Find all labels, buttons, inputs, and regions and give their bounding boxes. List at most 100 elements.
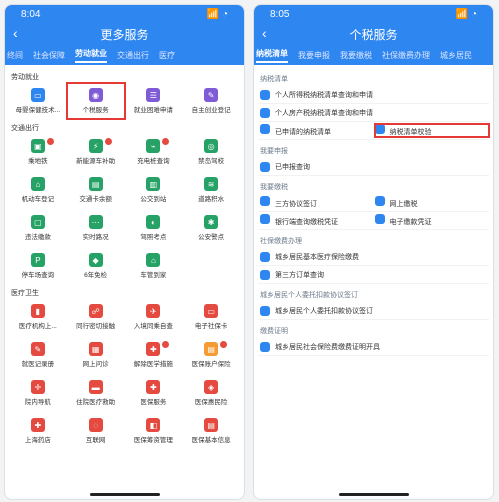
list-verify-item[interactable]: 纳税清单校验 bbox=[373, 123, 490, 138]
pharmacy-icon: ✚ bbox=[30, 418, 45, 432]
service-item[interactable]: ▣ 乘地铁 bbox=[9, 134, 67, 170]
applied-list-item[interactable]: 已申请的纳税清单 bbox=[260, 124, 375, 137]
list-item[interactable]: 城乡居民个人委托扣款协议签订 bbox=[258, 302, 489, 320]
parking-icon: P bbox=[30, 253, 45, 267]
service-item[interactable]: ◎ 禁岛驾校 bbox=[182, 134, 240, 170]
tab-labor-employment[interactable]: 劳动就业 bbox=[75, 48, 107, 63]
tab-social-security[interactable]: 社会保障 bbox=[33, 50, 65, 61]
fine-icon: ▢ bbox=[30, 215, 45, 229]
charger-icon: ⌁ bbox=[146, 139, 161, 153]
list-item[interactable]: 城乡居民基本医疗保险缴费 bbox=[258, 248, 489, 266]
doc-icon bbox=[260, 124, 270, 134]
id-card-icon: ▭ bbox=[30, 88, 45, 102]
tax-service-item[interactable]: ◉ 个税服务 bbox=[65, 82, 126, 120]
service-item[interactable]: ▤ 交通卡余额 bbox=[67, 172, 125, 208]
info-icon: ▤ bbox=[204, 418, 219, 432]
service-item[interactable]: ≋ 道路积水 bbox=[182, 172, 240, 208]
list-item[interactable]: 个人房产税纳税清单查询和申请 bbox=[258, 104, 489, 122]
register-icon: ✎ bbox=[204, 88, 219, 102]
insurance-icon bbox=[260, 251, 270, 262]
tab-medical[interactable]: 医疗 bbox=[159, 50, 175, 61]
service-item[interactable]: ◐ 驾照考点 bbox=[125, 210, 183, 246]
service-item[interactable]: ▭ 电子社保卡 bbox=[182, 299, 240, 335]
service-item[interactable]: ✛ 院内导航 bbox=[9, 375, 67, 411]
back-icon[interactable]: ‹ bbox=[13, 25, 18, 41]
ev-icon: ⚡ bbox=[88, 139, 103, 153]
service-item[interactable]: ⌂ 车管到家 bbox=[125, 248, 183, 284]
service-item[interactable]: ▢ 违法缴款 bbox=[9, 210, 67, 246]
service-item[interactable]: ▭ 母婴保健技术... bbox=[9, 83, 67, 119]
service-item[interactable]: ✚ 医保服务 bbox=[125, 375, 183, 411]
service-item[interactable]: ✎ 自主创业登记 bbox=[182, 83, 240, 119]
service-item[interactable]: ▦ 网上问诊 bbox=[67, 337, 125, 373]
service-item[interactable]: ☰ 就业困难申请 bbox=[125, 83, 183, 119]
service-item[interactable]: ◌ 互联网 bbox=[67, 413, 125, 449]
service-item[interactable]: ◧ 医保筹资管理 bbox=[125, 413, 183, 449]
plane-icon: ✈ bbox=[146, 304, 161, 318]
tab-social-pay[interactable]: 社保缴费办理 bbox=[382, 50, 430, 61]
service-item[interactable]: ⋯ 实时路况 bbox=[67, 210, 125, 246]
house-icon bbox=[260, 107, 270, 118]
left-screen: 8:04 📶 ◔ ‹ 更多服务 终间 社会保障 劳动就业 交通出行 医疗 劳动就… bbox=[4, 4, 245, 500]
service-item[interactable]: ⚡ 新能源车补助 bbox=[67, 134, 125, 170]
service-item[interactable]: ⌂ 机动车登记 bbox=[9, 172, 67, 208]
service-item[interactable]: ▤ 医保基本信息 bbox=[182, 413, 240, 449]
service-item[interactable]: ☍ 同行密切接触 bbox=[67, 299, 125, 335]
nav-icon: ✛ bbox=[30, 380, 45, 394]
receipt-icon bbox=[374, 214, 385, 224]
service-item[interactable]: ▮ 医疗机构上... bbox=[9, 299, 67, 335]
title-bar: ‹ 个税服务 bbox=[254, 23, 493, 45]
service-item[interactable]: ▤ 医保账户保险 bbox=[182, 337, 240, 373]
service-item[interactable]: ⌁ 充电桩查询 bbox=[125, 134, 183, 170]
service-item[interactable]: ✎ 就医记录册 bbox=[9, 337, 67, 373]
list-item[interactable]: 已申报查询 bbox=[258, 158, 489, 176]
service-item[interactable]: ◈ 医保惠民险 bbox=[182, 375, 240, 411]
form-icon: ☰ bbox=[146, 88, 161, 102]
page-title: 更多服务 bbox=[100, 27, 149, 42]
list-item[interactable]: 个人所得税纳税清单查询和申请 bbox=[258, 86, 489, 104]
card-icon: ▭ bbox=[204, 304, 219, 318]
list-item[interactable]: 网上缴税 bbox=[374, 196, 490, 209]
list-item[interactable]: 城乡居民社会保险费缴费证明开具 bbox=[258, 338, 489, 356]
internet-icon: ◌ bbox=[88, 418, 103, 432]
list-item[interactable]: 三方协议签订 bbox=[260, 196, 375, 209]
tab-pay-tax[interactable]: 我要缴税 bbox=[340, 50, 372, 61]
tax-icon bbox=[260, 89, 270, 100]
status-time: 8:04 bbox=[21, 8, 41, 20]
list-item-pair: 已申请的纳税清单 纳税清单校验 bbox=[258, 122, 490, 140]
service-item[interactable]: P 停车场查询 bbox=[9, 248, 67, 284]
service-item[interactable]: ✱ 公安警点 bbox=[182, 210, 240, 246]
service-item[interactable]: ✚ 上海药店 bbox=[9, 413, 67, 449]
status-time: 8:05 bbox=[270, 8, 290, 20]
list-item[interactable]: 电子缴款凭证 bbox=[374, 214, 490, 227]
medical-service-icon: ✚ bbox=[146, 380, 161, 394]
section-title: 社保缴费办理 bbox=[260, 238, 302, 245]
certificate-icon bbox=[260, 341, 270, 352]
insurance-icon: ▤ bbox=[204, 342, 219, 356]
badge bbox=[162, 341, 170, 348]
tab-declare[interactable]: 我要申报 bbox=[298, 50, 330, 61]
list-item[interactable]: 银行端查询缴税凭证 bbox=[260, 214, 375, 227]
list-item[interactable]: 第三方订单查询 bbox=[258, 266, 489, 284]
tab-0[interactable]: 终间 bbox=[7, 50, 23, 61]
tab-transport[interactable]: 交通出行 bbox=[117, 50, 149, 61]
hospital-icon: ▮ bbox=[30, 304, 45, 318]
bank-icon bbox=[260, 214, 270, 224]
service-item[interactable]: ◆ 6年免检 bbox=[67, 248, 125, 284]
status-bar: 8:05 📶 ◔ bbox=[254, 5, 493, 23]
back-icon[interactable]: ‹ bbox=[262, 25, 267, 41]
police-icon: ✱ bbox=[204, 215, 219, 229]
sign-icon bbox=[260, 305, 270, 316]
service-item[interactable]: ▬ 住院医疗救助 bbox=[67, 375, 125, 411]
service-item[interactable]: ✚ 解除医学措施 bbox=[125, 337, 183, 373]
tab-tax-list[interactable]: 纳税清单 bbox=[256, 48, 288, 63]
service-item[interactable]: ✈ 入境同乘自查 bbox=[125, 299, 183, 335]
water-icon: ≋ bbox=[204, 177, 219, 191]
contact-icon: ☍ bbox=[88, 304, 103, 318]
home-indicator bbox=[338, 493, 409, 496]
status-bar: 8:04 📶 ◔ bbox=[5, 5, 244, 23]
exam-icon: ◐ bbox=[146, 215, 161, 229]
agreement-icon bbox=[260, 196, 270, 206]
tab-residents[interactable]: 城乡居民 bbox=[440, 50, 472, 61]
service-item[interactable]: ▥ 公交到站 bbox=[125, 172, 183, 208]
